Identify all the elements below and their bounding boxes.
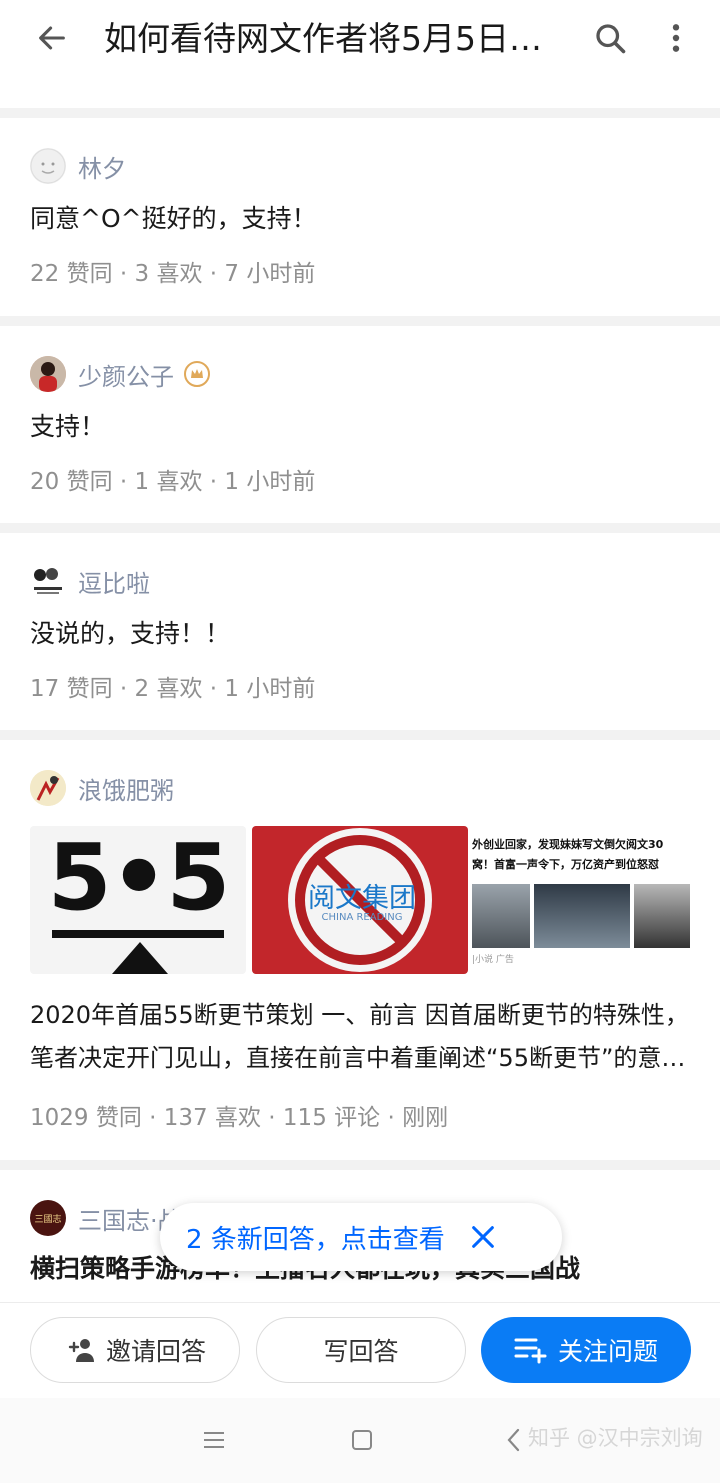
- avatar-text: 三國志: [34, 1214, 62, 1225]
- thumbnail-headline: 窝！首富一声令下，万亿资产到位怒怼: [472, 858, 659, 871]
- crown-badge-icon: [184, 361, 210, 387]
- top-bar: 如何看待网文作者将5月5日定为断更节？: [0, 0, 720, 108]
- more-vertical-icon: [672, 24, 680, 52]
- answer-author[interactable]: 浪饿肥粥: [30, 768, 174, 808]
- answer-card[interactable]: 少颜公子 支持！ 20 赞同 · 1 喜欢 · 1 小时前: [0, 326, 720, 523]
- answer-author[interactable]: 逗比啦: [30, 561, 150, 601]
- divider: [0, 316, 720, 326]
- avatar[interactable]: [30, 356, 66, 392]
- answer-card[interactable]: 逗比啦 没说的，支持！！ 17 赞同 · 2 喜欢 · 1 小时前: [0, 533, 720, 730]
- answer-excerpt: 2020年首届55断更节策划 一、前言 因首届断更节的特殊性，笔者决定开门见山，…: [30, 1001, 689, 1072]
- answer-meta: 17 赞同 · 2 喜欢 · 1 小时前: [30, 676, 316, 702]
- more-button[interactable]: [652, 14, 700, 62]
- thumbnail-footer: |小说 广告: [472, 955, 514, 965]
- thumbnail-photo: [534, 884, 630, 948]
- divider: [0, 730, 720, 740]
- author-name[interactable]: 少颜公子: [78, 357, 174, 392]
- write-answer-label: 写回答: [323, 1337, 399, 1366]
- question-title[interactable]: 如何看待网文作者将5月5日定为断更节？: [104, 14, 544, 64]
- back-button[interactable]: [28, 14, 76, 62]
- search-button[interactable]: [586, 14, 634, 62]
- divider: [0, 523, 720, 533]
- answer-text: 没说的，支持！！: [30, 619, 231, 648]
- new-answers-toast[interactable]: 2 条新回答，点击查看: [160, 1203, 562, 1271]
- toast-close-button[interactable]: [465, 1219, 501, 1255]
- nav-menu-button[interactable]: [196, 1422, 232, 1458]
- answer-author[interactable]: 林夕: [30, 146, 126, 186]
- divider: [0, 108, 720, 118]
- avatar[interactable]: [30, 148, 66, 184]
- search-icon: [596, 24, 626, 54]
- thumbnail-headline: 外创业回家，发现妹妹写文倒欠阅文30: [472, 838, 664, 851]
- thumbnail-text: 5•5: [47, 826, 231, 931]
- close-icon: [471, 1226, 494, 1248]
- answer-meta: 22 赞同 · 3 喜欢 · 7 小时前: [30, 261, 316, 287]
- thumbnail-brand: 阅文集团: [308, 883, 416, 914]
- follow-question-label: 关注问题: [557, 1337, 658, 1366]
- divider: [0, 1160, 720, 1170]
- chevron-left-icon: [507, 1428, 520, 1452]
- system-nav-bar: 知乎 @汉中宗刘询: [0, 1398, 720, 1483]
- home-square-icon: [352, 1430, 372, 1450]
- toast-text[interactable]: 2 条新回答，点击查看: [186, 1219, 445, 1256]
- avatar[interactable]: 三國志: [30, 1200, 66, 1236]
- bottom-action-bar: 邀请回答 写回答 关注问题: [0, 1302, 720, 1398]
- nav-back-button[interactable]: [496, 1422, 532, 1458]
- nav-home-button[interactable]: [344, 1422, 380, 1458]
- thumbnail-photo: [634, 884, 690, 948]
- thumbnail-brand-sub: CHINA READING: [321, 912, 403, 923]
- follow-question-button[interactable]: 关注问题: [481, 1317, 691, 1383]
- add-user-icon: [68, 1339, 94, 1362]
- avatar[interactable]: [30, 770, 66, 806]
- thumbnail-image[interactable]: 外创业回家，发现妹妹写文倒欠阅文30 窝！首富一声令下，万亿资产到位怒怼 |小说…: [472, 826, 690, 974]
- author-name[interactable]: 林夕: [78, 149, 126, 184]
- thumbnail-bar: [52, 930, 224, 938]
- answer-card[interactable]: 林夕 同意^O^挺好的，支持！ 22 赞同 · 3 喜欢 · 7 小时前: [0, 118, 720, 316]
- invite-answer-button[interactable]: 邀请回答: [30, 1317, 240, 1383]
- thumbnail-triangle: [112, 942, 168, 974]
- back-arrow-icon: [39, 26, 65, 50]
- invite-answer-label: 邀请回答: [105, 1337, 206, 1366]
- thumbnail-photo: [472, 884, 530, 948]
- follow-list-icon: [514, 1338, 547, 1364]
- author-name[interactable]: 浪饿肥粥: [78, 771, 174, 806]
- answer-author[interactable]: 少颜公子: [30, 354, 210, 394]
- watermark: 知乎 @汉中宗刘询: [528, 1426, 703, 1450]
- write-answer-button[interactable]: 写回答: [256, 1317, 466, 1383]
- answer-text: 同意^O^挺好的，支持！: [30, 204, 317, 233]
- answer-text: 支持！: [30, 412, 106, 441]
- thumbnail-image[interactable]: 阅文集团 CHINA READING: [252, 826, 468, 974]
- menu-icon: [204, 1432, 224, 1448]
- author-name[interactable]: 逗比啦: [78, 564, 150, 599]
- thumbnail-image[interactable]: 5•5: [30, 826, 246, 974]
- answer-meta: 20 赞同 · 1 喜欢 · 1 小时前: [30, 469, 316, 495]
- avatar[interactable]: [30, 563, 66, 599]
- answer-meta: 1029 赞同 · 137 喜欢 · 115 评论 · 刚刚: [30, 1105, 449, 1131]
